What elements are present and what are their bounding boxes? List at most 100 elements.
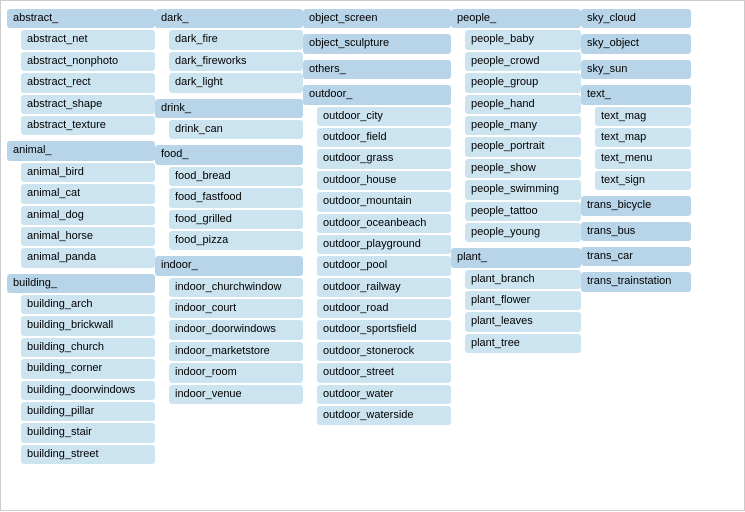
group-header[interactable]: object_sculpture: [303, 34, 451, 53]
tag-item[interactable]: building_brickwall: [21, 316, 155, 335]
group-6: trans_car: [581, 247, 691, 266]
group-2: building_ building_arch building_brickwall…: [7, 274, 155, 465]
tag-item[interactable]: text_menu: [595, 149, 691, 168]
tag-item[interactable]: people_show: [465, 159, 581, 178]
group-header[interactable]: others_: [303, 60, 451, 79]
tag-item[interactable]: outdoor_mountain: [317, 192, 451, 211]
group-0: object_screen: [303, 9, 451, 28]
group-header[interactable]: sky_object: [581, 34, 691, 53]
tag-item[interactable]: building_arch: [21, 295, 155, 314]
tag-item[interactable]: abstract_nonphoto: [21, 52, 155, 71]
group-2: food_ food_bread food_fastfood food_grilled…: [155, 145, 303, 250]
tag-item[interactable]: dark_fire: [169, 30, 303, 49]
tag-item[interactable]: abstract_shape: [21, 95, 155, 114]
tag-item[interactable]: outdoor_waterside: [317, 406, 451, 425]
tag-item[interactable]: people_hand: [465, 95, 581, 114]
tag-item[interactable]: text_mag: [595, 107, 691, 126]
tag-item[interactable]: indoor_room: [169, 363, 303, 382]
tag-item[interactable]: outdoor_city: [317, 107, 451, 126]
tag-item[interactable]: outdoor_railway: [317, 278, 451, 297]
tag-item[interactable]: plant_leaves: [465, 312, 581, 331]
column-4: people_ people_baby people_crowd people_gro…: [451, 9, 581, 504]
group-3: outdoor_ outdoor_city outdoor_fieldoutdoor…: [303, 85, 451, 425]
tag-item[interactable]: outdoor_grass: [317, 149, 451, 168]
tag-item[interactable]: animal_cat: [21, 184, 155, 203]
tag-item[interactable]: text_sign: [595, 171, 691, 190]
tag-item[interactable]: building_doorwindows: [21, 381, 155, 400]
tag-item[interactable]: indoor_marketstore: [169, 342, 303, 361]
tag-item[interactable]: outdoor_oceanbeach: [317, 214, 451, 233]
group-1: animal_ animal_bird animal_cat animal_dogan…: [7, 141, 155, 267]
group-header[interactable]: people_: [451, 9, 581, 28]
tag-item[interactable]: food_fastfood: [169, 188, 303, 207]
tag-item[interactable]: people_many: [465, 116, 581, 135]
tag-item[interactable]: outdoor_road: [317, 299, 451, 318]
tag-item[interactable]: building_street: [21, 445, 155, 464]
tag-item[interactable]: outdoor_field: [317, 128, 451, 147]
tag-item[interactable]: building_corner: [21, 359, 155, 378]
tag-item[interactable]: animal_horse: [21, 227, 155, 246]
tag-item[interactable]: plant_branch: [465, 270, 581, 289]
tag-item[interactable]: outdoor_stonerock: [317, 342, 451, 361]
group-0: abstract_ abstract_net abstract_nonphotoab…: [7, 9, 155, 135]
tag-item[interactable]: food_grilled: [169, 210, 303, 229]
tag-item[interactable]: dark_light: [169, 73, 303, 92]
tag-item[interactable]: abstract_rect: [21, 73, 155, 92]
tag-item[interactable]: outdoor_water: [317, 385, 451, 404]
group-header[interactable]: sky_sun: [581, 60, 691, 79]
tag-item[interactable]: animal_dog: [21, 206, 155, 225]
group-header[interactable]: building_: [7, 274, 155, 293]
tag-item[interactable]: people_portrait: [465, 137, 581, 156]
tag-item[interactable]: building_stair: [21, 423, 155, 442]
tag-item[interactable]: animal_bird: [21, 163, 155, 182]
group-3: text_ text_mag text_map text_menu text_sign: [581, 85, 691, 190]
tag-item[interactable]: outdoor_house: [317, 171, 451, 190]
tag-item[interactable]: abstract_texture: [21, 116, 155, 135]
tag-item[interactable]: people_crowd: [465, 52, 581, 71]
group-header[interactable]: text_: [581, 85, 691, 104]
tag-item[interactable]: people_swimming: [465, 180, 581, 199]
tag-item[interactable]: building_pillar: [21, 402, 155, 421]
group-header[interactable]: plant_: [451, 248, 581, 267]
tag-item[interactable]: people_group: [465, 73, 581, 92]
group-header[interactable]: object_screen: [303, 9, 451, 28]
group-header[interactable]: abstract_: [7, 9, 155, 28]
tag-item[interactable]: people_baby: [465, 30, 581, 49]
group-0: people_ people_baby people_crowd people_gro…: [451, 9, 581, 242]
tag-item[interactable]: text_map: [595, 128, 691, 147]
group-header[interactable]: food_: [155, 145, 303, 164]
tag-item[interactable]: abstract_net: [21, 30, 155, 49]
tag-item[interactable]: plant_tree: [465, 334, 581, 353]
tag-item[interactable]: outdoor_sportsfield: [317, 320, 451, 339]
tag-item[interactable]: indoor_doorwindows: [169, 320, 303, 339]
tag-item[interactable]: indoor_venue: [169, 385, 303, 404]
group-header[interactable]: indoor_: [155, 256, 303, 275]
group-1: sky_object: [581, 34, 691, 53]
group-0: dark_ dark_fire dark_fireworks dark_light: [155, 9, 303, 93]
tag-item[interactable]: outdoor_pool: [317, 256, 451, 275]
tag-item[interactable]: animal_panda: [21, 248, 155, 267]
main-container: abstract_ abstract_net abstract_nonphotoab…: [1, 1, 745, 512]
tag-item[interactable]: dark_fireworks: [169, 52, 303, 71]
tag-item[interactable]: outdoor_street: [317, 363, 451, 382]
group-header[interactable]: animal_: [7, 141, 155, 160]
group-header[interactable]: trans_bicycle: [581, 196, 691, 215]
tag-item[interactable]: indoor_churchwindow: [169, 278, 303, 297]
group-header[interactable]: dark_: [155, 9, 303, 28]
group-header[interactable]: drink_: [155, 99, 303, 118]
group-header[interactable]: outdoor_: [303, 85, 451, 104]
group-header[interactable]: trans_bus: [581, 222, 691, 241]
tag-item[interactable]: people_tattoo: [465, 202, 581, 221]
tag-item[interactable]: food_pizza: [169, 231, 303, 250]
tag-item[interactable]: plant_flower: [465, 291, 581, 310]
group-header[interactable]: sky_cloud: [581, 9, 691, 28]
tag-item[interactable]: people_young: [465, 223, 581, 242]
group-header[interactable]: trans_car: [581, 247, 691, 266]
tag-item[interactable]: indoor_court: [169, 299, 303, 318]
group-3: indoor_ indoor_churchwindow indoor_courtin…: [155, 256, 303, 404]
tag-item[interactable]: drink_can: [169, 120, 303, 139]
tag-item[interactable]: building_church: [21, 338, 155, 357]
tag-item[interactable]: food_bread: [169, 167, 303, 186]
tag-item[interactable]: outdoor_playground: [317, 235, 451, 254]
group-header[interactable]: trans_trainstation: [581, 272, 691, 291]
